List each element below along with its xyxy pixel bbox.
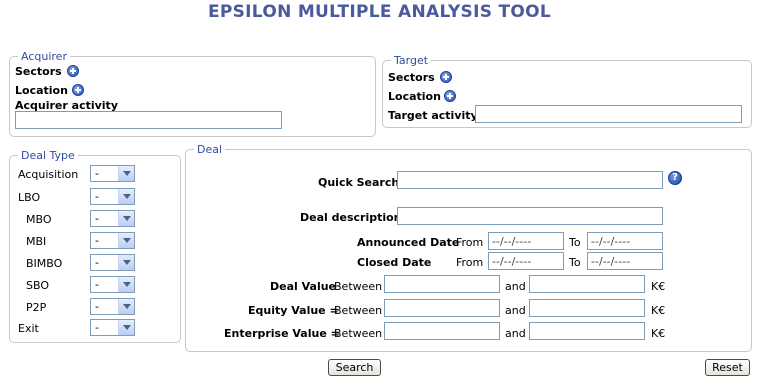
quick-search-label: Quick Search	[318, 176, 400, 189]
page-title: EPSILON MULTIPLE ANALYSIS TOOL	[207, 2, 552, 22]
enterprise-value-currency: K€	[651, 327, 666, 340]
target-sectors-label: Sectors	[388, 71, 435, 84]
target-sectors-add-icon[interactable]	[440, 71, 452, 83]
closed-from-date-input[interactable]	[488, 252, 564, 270]
deal-type-select-sbo[interactable]: -	[90, 276, 135, 293]
equity-value-between-label: Between	[334, 304, 383, 317]
acquirer-legend: Acquirer	[18, 50, 70, 63]
chevron-down-icon	[118, 299, 134, 314]
announced-date-label: Announced Date	[357, 236, 460, 249]
deal-description-label: Deal description	[300, 211, 402, 224]
deal-value-currency: K€	[651, 280, 666, 293]
closed-date-label: Closed Date	[357, 256, 432, 269]
deal-type-label-acquisition: Acquisition	[18, 168, 79, 181]
chevron-down-icon	[118, 320, 134, 335]
quick-search-input[interactable]	[397, 171, 663, 189]
acquirer-location-add-icon[interactable]	[72, 84, 84, 96]
deal-type-label-lbo: LBO	[18, 191, 41, 204]
deal-value-max-input[interactable]	[529, 275, 645, 293]
chevron-down-icon	[118, 166, 134, 181]
equity-value-label: Equity Value =	[248, 304, 339, 317]
enterprise-value-label: Enterprise Value =	[224, 327, 340, 340]
announced-from-label: From	[456, 236, 484, 249]
deal-type-label-p2p: P2P	[26, 301, 47, 314]
deal-value-min-input[interactable]	[384, 275, 500, 293]
enterprise-value-between-label: Between	[334, 327, 383, 340]
deal-type-label-bimbo: BIMBO	[26, 257, 63, 270]
deal-type-select-bimbo[interactable]: -	[90, 254, 135, 271]
announced-to-date-input[interactable]	[587, 232, 663, 250]
chevron-down-icon	[118, 233, 134, 248]
target-fieldset: Target Sectors Location Target activity	[382, 54, 752, 128]
equity-value-min-input[interactable]	[384, 299, 500, 317]
equity-value-max-input[interactable]	[529, 299, 645, 317]
deal-value-between-label: Between	[334, 280, 383, 293]
closed-to-label: To	[569, 256, 581, 269]
acquirer-location-label: Location	[15, 84, 68, 97]
deal-type-select-lbo[interactable]: -	[90, 188, 135, 205]
enterprise-value-max-input[interactable]	[529, 322, 645, 340]
deal-type-label-mbo: MBO	[26, 213, 52, 226]
deal-legend: Deal	[194, 143, 226, 156]
chevron-down-icon	[118, 255, 134, 270]
acquirer-fieldset: Acquirer Sectors Location Acquirer activ…	[9, 50, 376, 137]
deal-type-select-mbi[interactable]: -	[90, 232, 135, 249]
deal-value-label: Deal Value	[270, 280, 337, 293]
search-button[interactable]: Search	[328, 359, 381, 376]
deal-value-and-label: and	[505, 280, 526, 293]
enterprise-value-and-label: and	[505, 327, 526, 340]
chevron-down-icon	[118, 211, 134, 226]
deal-type-select-mbo[interactable]: -	[90, 210, 135, 227]
target-location-label: Location	[388, 90, 441, 103]
deal-type-select-p2p[interactable]: -	[90, 298, 135, 315]
closed-to-date-input[interactable]	[587, 252, 663, 270]
announced-to-label: To	[569, 236, 581, 249]
acquirer-sectors-label: Sectors	[15, 65, 62, 78]
deal-type-fieldset: Deal Type Acquisition - LBO - MBO - MBI …	[9, 149, 181, 343]
chevron-down-icon	[118, 277, 134, 292]
target-location-add-icon[interactable]	[444, 90, 456, 102]
deal-type-select-acquisition[interactable]: -	[90, 165, 135, 182]
reset-button[interactable]: Reset	[705, 359, 750, 376]
deal-type-select-exit[interactable]: -	[90, 319, 135, 336]
target-legend: Target	[391, 54, 432, 67]
deal-type-label-exit: Exit	[18, 322, 39, 335]
closed-from-label: From	[456, 256, 484, 269]
deal-description-input[interactable]	[397, 207, 663, 225]
help-icon[interactable]: ?	[668, 171, 682, 185]
chevron-down-icon	[118, 189, 134, 204]
deal-type-label-mbi: MBI	[26, 235, 47, 248]
deal-fieldset: Deal Quick Search ? Deal description Ann…	[185, 143, 752, 352]
announced-from-date-input[interactable]	[488, 232, 564, 250]
acquirer-activity-input[interactable]	[15, 111, 282, 129]
equity-value-currency: K€	[651, 304, 666, 317]
deal-type-legend: Deal Type	[18, 149, 78, 162]
target-activity-input[interactable]	[475, 105, 742, 123]
target-activity-label: Target activity	[388, 109, 478, 122]
deal-type-label-sbo: SBO	[26, 279, 49, 292]
acquirer-sectors-add-icon[interactable]	[67, 65, 79, 77]
enterprise-value-min-input[interactable]	[384, 322, 500, 340]
equity-value-and-label: and	[505, 304, 526, 317]
